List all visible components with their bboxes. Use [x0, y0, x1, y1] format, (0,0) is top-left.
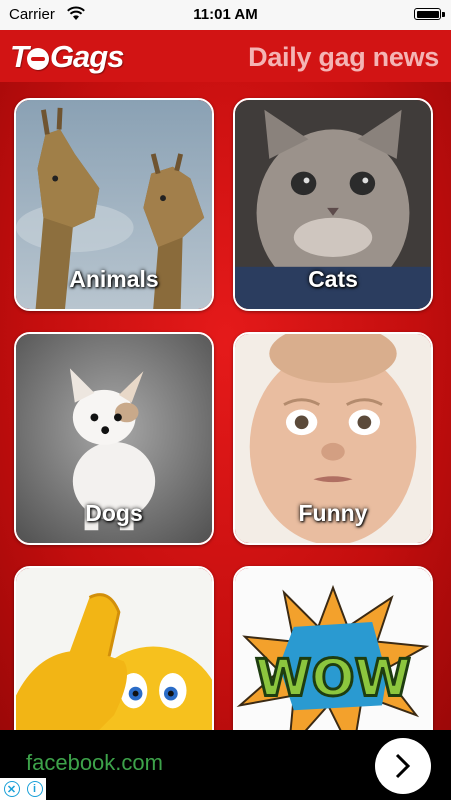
wow-comic-image: WOW: [235, 568, 431, 730]
category-tile-5[interactable]: [14, 566, 214, 730]
app-logo[interactable]: T Gags: [10, 38, 125, 76]
ad-banner[interactable]: facebook.com ✕ i: [0, 730, 451, 800]
header-tagline: Daily gag news: [248, 42, 439, 72]
chevron-right-icon[interactable]: [375, 738, 431, 794]
app-header: T Gags Daily gag news: [0, 30, 451, 82]
logo-suffix: Gags: [49, 39, 125, 74]
info-icon[interactable]: i: [26, 781, 43, 797]
category-label: Dogs: [85, 500, 143, 526]
thumbs-up-emoji-image: [16, 568, 212, 730]
category-label: Cats: [308, 266, 358, 292]
category-tile-6[interactable]: WOW: [233, 566, 433, 730]
category-tile-cats[interactable]: Cats: [233, 98, 433, 311]
battery-icon: [414, 8, 445, 20]
category-tile-funny[interactable]: Funny: [233, 332, 433, 545]
close-x-icon[interactable]: ✕: [3, 781, 20, 797]
status-bar: Carrier 11:01 AM: [0, 0, 451, 30]
clock: 11:01 AM: [193, 6, 258, 23]
ad-text[interactable]: facebook.com: [26, 750, 163, 776]
category-label: Animals: [69, 266, 159, 292]
logo-ball-icon: [26, 48, 49, 70]
category-label: Funny: [298, 500, 368, 526]
ad-choices[interactable]: ✕ i: [0, 778, 46, 800]
logo-prefix: T: [10, 39, 29, 74]
category-tile-animals[interactable]: Animals: [14, 98, 214, 311]
svg-text:WOW: WOW: [255, 650, 411, 709]
category-grid: Animals Cats Dogs Funny WOW: [0, 82, 451, 730]
category-tile-dogs[interactable]: Dogs: [14, 332, 214, 545]
